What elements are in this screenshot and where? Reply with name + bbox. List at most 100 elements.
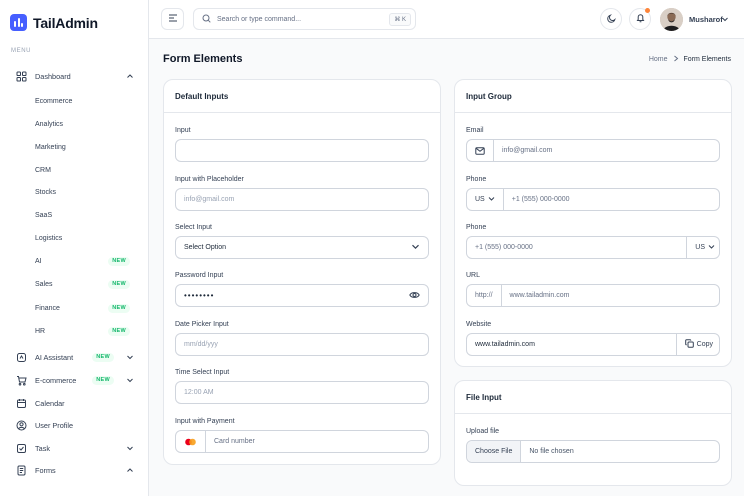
country-select[interactable]: US (686, 237, 715, 258)
date-picker-input[interactable]: mm/dd/yyy (175, 333, 429, 356)
sidebar-subitem-label: HR (35, 327, 46, 335)
dark-mode-toggle[interactable] (600, 8, 622, 30)
sidebar-item-label: User Profile (35, 420, 74, 430)
sidebar-subitem-stocks[interactable]: Stocks (35, 186, 130, 198)
url-label: URL (466, 272, 481, 279)
choose-file-button[interactable]: Choose File (467, 441, 522, 462)
sidebar-subitem-ai[interactable]: AI NEW (35, 255, 130, 267)
card-title: Input Group (455, 80, 731, 113)
country-code: US (695, 244, 705, 251)
menu-toggle-button[interactable] (161, 8, 184, 30)
sidebar-subitem-marketing[interactable]: Marketing (35, 141, 130, 153)
sidebar-item-label: Dashboard (35, 71, 71, 81)
sidebar-item-user-profile[interactable]: User Profile (16, 418, 134, 432)
mastercard-icon (184, 431, 206, 452)
top-header: Search or type command... ⌘ K Musharof (149, 0, 744, 39)
logo[interactable]: TailAdmin (10, 14, 98, 31)
sidebar-subitem-hr[interactable]: HR NEW (35, 325, 130, 337)
copy-icon (684, 339, 694, 350)
sidebar-subitem-ecommerce[interactable]: Ecommerce (35, 95, 130, 107)
website-field[interactable]: www.tailadmin.com Copy (466, 333, 720, 356)
notifications-button[interactable] (629, 8, 651, 30)
user-name[interactable]: Musharof (689, 15, 723, 24)
chevron-down-icon (126, 376, 134, 384)
search-input[interactable]: Search or type command... ⌘ K (193, 8, 416, 30)
url-field[interactable]: http:// www.tailadmin.com (466, 284, 720, 307)
eye-icon[interactable] (409, 291, 420, 301)
search-shortcut: ⌘ K (389, 12, 411, 26)
file-input[interactable]: Choose File No file chosen (466, 440, 720, 463)
user-icon (16, 420, 27, 431)
sidebar-item-dashboard[interactable]: Dashboard (16, 69, 134, 83)
chevron-down-icon (708, 243, 715, 252)
new-badge: NEW (108, 303, 130, 313)
sidebar-subitem-crm[interactable]: CRM (35, 164, 130, 176)
password-input[interactable]: •••••••• (175, 284, 429, 307)
email-field[interactable]: info@gmail.com (466, 139, 720, 162)
no-file-text: No file chosen (529, 448, 574, 455)
sidebar-subitem-saas[interactable]: SaaS (35, 209, 130, 221)
payment-input[interactable]: Card number (175, 430, 429, 453)
sidebar-subitem-finance[interactable]: Finance NEW (35, 302, 130, 314)
url-prefix: http:// (475, 285, 502, 306)
sidebar-subitem-analytics[interactable]: Analytics (35, 118, 130, 130)
sidebar-item-ai-assistant[interactable]: AI Assistant NEW (16, 350, 134, 364)
breadcrumb-home[interactable]: Home (649, 56, 668, 63)
placeholder-input[interactable]: info@gmail.com (175, 188, 429, 211)
breadcrumb-current: Form Elements (683, 56, 731, 63)
sidebar-item-task[interactable]: Task (16, 441, 134, 455)
new-badge: NEW (108, 279, 130, 289)
website-value: www.tailadmin.com (475, 341, 535, 348)
sidebar-subitem-logistics[interactable]: Logistics (35, 232, 130, 244)
select-input[interactable]: Select Option (175, 236, 429, 259)
copy-label: Copy (696, 341, 713, 348)
mail-icon (475, 140, 494, 161)
date-placeholder: mm/dd/yyy (184, 341, 218, 348)
chevron-down-icon (411, 242, 420, 253)
search-icon (202, 14, 211, 25)
sidebar-subitem-label: SaaS (35, 211, 53, 219)
text-input[interactable] (175, 139, 429, 162)
sidebar-item-label: AI Assistant (35, 352, 74, 362)
sidebar-item-label: E-commerce (35, 375, 77, 385)
country-code: US (475, 196, 485, 203)
new-badge: NEW (108, 256, 130, 266)
sidebar-item-ecommerce[interactable]: E-commerce NEW (16, 373, 134, 387)
task-icon (16, 443, 27, 454)
website-label: Website (466, 321, 492, 328)
chevron-down-icon (126, 353, 134, 361)
file-input-card: File Input Upload file Choose File No fi… (454, 380, 732, 486)
sidebar-subitem-sales[interactable]: Sales NEW (35, 278, 130, 290)
phone-field[interactable]: US +1 (555) 000-0000 (466, 188, 720, 211)
sidebar-subitem-label: Stocks (35, 188, 57, 196)
placeholder-text: info@gmail.com (184, 196, 235, 203)
input-label: Input (175, 127, 191, 134)
sidebar-subitem-label: Logistics (35, 234, 63, 242)
country-select[interactable]: US (475, 189, 504, 210)
phone-label: Phone (466, 176, 487, 183)
password-value: •••••••• (184, 291, 215, 300)
chevron-up-icon (126, 466, 134, 474)
payment-input-label: Input with Payment (175, 418, 235, 425)
chevron-up-icon (126, 72, 134, 80)
copy-button[interactable]: Copy (675, 334, 719, 355)
chevron-down-icon[interactable] (721, 15, 729, 25)
time-input-label: Time Select Input (175, 369, 230, 376)
time-select-input[interactable]: 12:00 AM (175, 381, 429, 404)
avatar[interactable] (660, 8, 683, 31)
breadcrumb: Home Form Elements (649, 55, 731, 64)
sidebar-item-calendar[interactable]: Calendar (16, 396, 134, 410)
sidebar-subitem-label: Marketing (35, 143, 66, 151)
sidebar-subitem-label: Sales (35, 280, 53, 288)
phone-placeholder: +1 (555) 000-0000 (475, 244, 533, 251)
default-inputs-card: Default Inputs Input Input with Placehol… (163, 79, 441, 465)
brand-name: TailAdmin (33, 14, 98, 31)
sidebar-item-forms[interactable]: Forms (16, 463, 134, 477)
time-placeholder: 12:00 AM (184, 389, 214, 396)
phone-field-2[interactable]: +1 (555) 000-0000 US (466, 236, 720, 259)
sidebar-item-label: Calendar (35, 398, 65, 408)
card-number-placeholder: Card number (214, 438, 255, 445)
email-placeholder: info@gmail.com (502, 147, 553, 154)
sidebar-subitem-label: AI (35, 257, 42, 265)
card-title: Default Inputs (164, 80, 440, 113)
